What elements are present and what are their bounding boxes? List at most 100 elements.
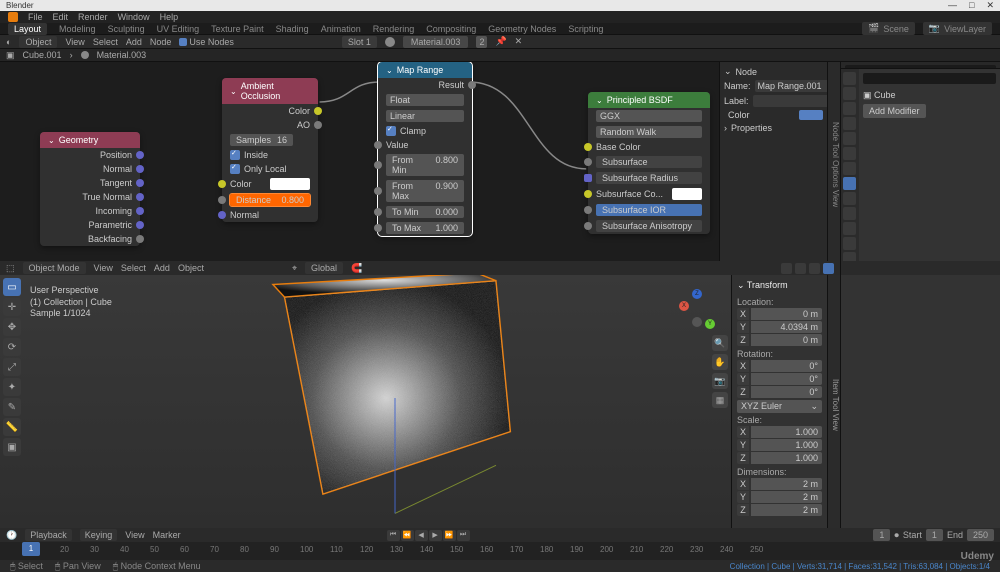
timeline-ruler[interactable]: 1020304050607080901001101201301401501601… — [0, 542, 1000, 560]
keyframe-next-icon[interactable]: ⏩ — [443, 530, 456, 541]
orientation-dropdown[interactable]: Global — [305, 262, 343, 274]
workspace-tab-rendering[interactable]: Rendering — [373, 24, 415, 34]
3d-viewport[interactable]: ▭ ✛ ✥ ⟳ ⤢ ✦ ✎ 📏 ▣ User Perspective (1) C… — [0, 275, 731, 528]
scale-x[interactable]: 1.000 — [751, 426, 822, 438]
node-ambient-occlusion[interactable]: Ambient Occlusion Color AO Samples16 Ins… — [222, 78, 318, 222]
minimize-button[interactable]: — — [948, 0, 957, 11]
tool-annotate[interactable]: ✎ — [3, 398, 21, 416]
play-reverse-icon[interactable]: ◀ — [415, 530, 428, 541]
scene-selector[interactable]: 🎬 Scene — [862, 22, 915, 35]
tool-cursor[interactable]: ✛ — [3, 298, 21, 316]
keying-dropdown[interactable]: Keying — [80, 529, 118, 541]
snap-icon[interactable]: 🧲 — [351, 263, 362, 274]
tool-move[interactable]: ✥ — [3, 318, 21, 336]
end-frame[interactable]: 250 — [967, 529, 994, 541]
node-geometry[interactable]: Geometry Position Normal Tangent True No… — [40, 132, 140, 246]
menu-window[interactable]: Window — [118, 12, 150, 22]
start-frame[interactable]: 1 — [926, 529, 943, 541]
maprange-interp-dropdown[interactable]: Linear — [386, 110, 464, 122]
node-header-geometry[interactable]: Geometry — [40, 132, 140, 148]
node-props-section[interactable]: Properties — [731, 123, 772, 133]
playback-dropdown[interactable]: Playback — [25, 529, 72, 541]
ao-samples-field[interactable]: Samples16 — [230, 134, 293, 146]
transform-header[interactable]: Transform — [747, 280, 788, 290]
vp-menu-view[interactable]: View — [94, 263, 113, 273]
node-menu-view[interactable]: View — [65, 37, 84, 47]
bsdf-sss-dropdown[interactable]: Random Walk — [596, 126, 702, 138]
loc-z[interactable]: 0 m — [751, 334, 822, 346]
timeline-editor-icon[interactable]: 🕐 — [6, 530, 17, 541]
play-icon[interactable]: ▶ — [429, 530, 442, 541]
scale-y[interactable]: 1.000 — [751, 439, 822, 451]
autokey-icon[interactable]: ⏺ — [894, 530, 899, 541]
node-header-ao[interactable]: Ambient Occlusion — [222, 78, 318, 104]
workspace-tab-modeling[interactable]: Modeling — [59, 24, 96, 34]
rot-y[interactable]: 0° — [751, 373, 822, 385]
loc-x[interactable]: 0 m — [751, 308, 822, 320]
viewport-editor-icon[interactable]: ⬚ — [6, 263, 15, 274]
node-sidebar-title[interactable]: Node — [736, 67, 758, 77]
editor-type-icon[interactable]: ◐ — [6, 37, 11, 47]
tool-rotate[interactable]: ⟳ — [3, 338, 21, 356]
workspace-tab-texpaint[interactable]: Texture Paint — [211, 24, 264, 34]
shader-type-dropdown[interactable]: Object — [19, 36, 57, 48]
tool-scale[interactable]: ⤢ — [3, 358, 21, 376]
menu-help[interactable]: Help — [160, 12, 179, 22]
hand-icon[interactable]: ✋ — [712, 354, 728, 370]
node-menu-select[interactable]: Select — [93, 37, 118, 47]
orientation-icon[interactable]: ⌖ — [292, 263, 297, 274]
rotation-mode-dropdown[interactable]: XYZ Euler⌄ — [737, 400, 822, 413]
node-principled-bsdf[interactable]: Principled BSDF GGX Random Walk Base Col… — [588, 92, 710, 234]
shading-rendered-icon[interactable] — [823, 263, 834, 274]
workspace-tab-uv[interactable]: UV Editing — [157, 24, 200, 34]
workspace-tab-compositing[interactable]: Compositing — [426, 24, 476, 34]
node-header-bsdf[interactable]: Principled BSDF — [588, 92, 710, 108]
viewport-n-tabs[interactable]: Item Tool View — [827, 275, 840, 528]
material-delete-icon[interactable]: ✕ — [515, 36, 523, 47]
tool-measure[interactable]: 📏 — [3, 418, 21, 436]
tool-addcube[interactable]: ▣ — [3, 438, 21, 456]
timeline-marker[interactable]: Marker — [153, 530, 181, 540]
dim-y[interactable]: 2 m — [751, 491, 822, 503]
workspace-tab-shading[interactable]: Shading — [276, 24, 309, 34]
nav-gizmo[interactable]: X Y Z — [677, 289, 717, 329]
scale-z[interactable]: 1.000 — [751, 452, 822, 464]
properties-search[interactable] — [863, 73, 996, 84]
ao-onlylocal-checkbox[interactable]: Only Local — [222, 162, 318, 176]
use-nodes-checkbox[interactable]: Use Nodes — [179, 37, 234, 47]
shading-wireframe-icon[interactable] — [781, 263, 792, 274]
maximize-button[interactable]: □ — [969, 0, 974, 11]
bsdf-dist-dropdown[interactable]: GGX — [596, 110, 702, 122]
breadcrumb-material[interactable]: Material.003 — [97, 50, 147, 60]
dim-x[interactable]: 2 m — [751, 478, 822, 490]
material-pin-icon[interactable]: 📌 — [495, 36, 506, 47]
maprange-clamp-checkbox[interactable]: Clamp — [378, 124, 472, 138]
ao-inside-checkbox[interactable]: Inside — [222, 148, 318, 162]
ao-distance-field[interactable]: Distance0.800 — [230, 194, 310, 206]
properties-tabs[interactable] — [841, 69, 859, 268]
workspace-tab-sculpting[interactable]: Sculpting — [108, 24, 145, 34]
tool-select-box[interactable]: ▭ — [3, 278, 21, 296]
node-color-row[interactable]: Color — [724, 110, 823, 120]
node-editor[interactable]: Geometry Position Normal Tangent True No… — [0, 62, 719, 261]
node-map-range[interactable]: Map Range Result Float Linear Clamp Valu… — [378, 62, 472, 236]
add-modifier-button[interactable]: Add Modifier — [863, 104, 926, 118]
slot-dropdown[interactable]: Slot 1 — [342, 36, 377, 48]
material-sphere-icon[interactable] — [385, 37, 395, 47]
node-menu-node[interactable]: Node — [150, 37, 172, 47]
dim-z[interactable]: 2 m — [751, 504, 822, 516]
shading-matprev-icon[interactable] — [809, 263, 820, 274]
menu-file[interactable]: File — [28, 12, 43, 22]
workspace-tab-layout[interactable]: Layout — [8, 23, 47, 35]
node-sidebar-tabs[interactable]: Node Tool Options View — [827, 62, 840, 261]
viewlayer-selector[interactable]: 📷 ViewLayer — [923, 22, 992, 35]
workspace-tab-geonodes[interactable]: Geometry Nodes — [488, 24, 556, 34]
tool-transform[interactable]: ✦ — [3, 378, 21, 396]
rot-x[interactable]: 0° — [751, 360, 822, 372]
vp-menu-object[interactable]: Object — [178, 263, 204, 273]
loc-y[interactable]: 4.0394 m — [751, 321, 822, 333]
maprange-type-dropdown[interactable]: Float — [386, 94, 464, 106]
playhead[interactable]: 1 — [22, 542, 40, 556]
material-name-input[interactable]: Material.003 — [403, 36, 469, 48]
camera-icon[interactable]: 📷 — [712, 373, 728, 389]
